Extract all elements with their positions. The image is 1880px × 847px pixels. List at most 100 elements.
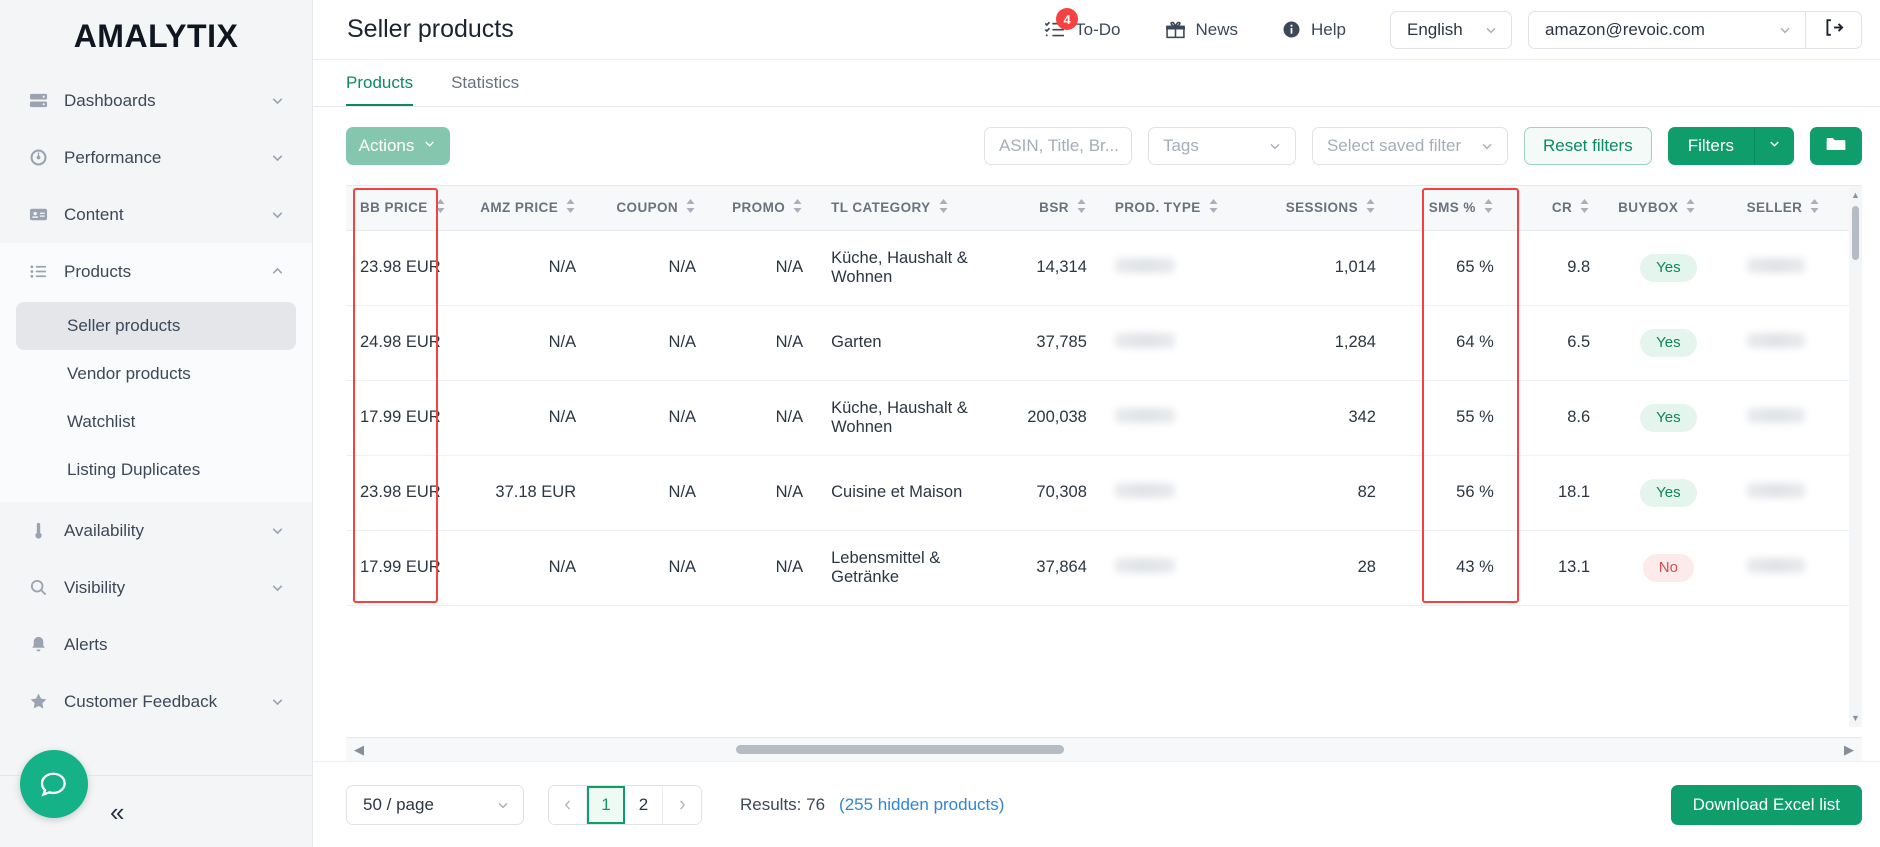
language-value: English (1407, 19, 1463, 39)
sidebar-item-listing-duplicates[interactable]: Listing Duplicates (16, 446, 296, 494)
chevron-down-icon (1777, 22, 1793, 38)
cell-tl-category: Lebensmittel & Getränke (817, 530, 989, 606)
pagination-page-1[interactable]: 1 (587, 785, 625, 824)
sidebar-item-content[interactable]: Content (0, 186, 312, 243)
sidebar-item-customer-feedback[interactable]: Customer Feedback (0, 673, 312, 730)
sidebar-item-label: Visibility (64, 577, 126, 597)
sidebar-item-label: Customer Feedback (64, 691, 218, 711)
actions-button[interactable]: Actions (346, 127, 450, 165)
sidebar-item-label: Content (64, 204, 124, 224)
cell-amz-price: N/A (463, 380, 591, 456)
tags-placeholder: Tags (1162, 136, 1199, 155)
column-header-buybox[interactable]: BUYBOX (1604, 186, 1733, 231)
cell-bb-price: 17.99 EUR (346, 530, 464, 606)
cell-bsr: 70,308 (988, 455, 1101, 531)
search-input[interactable]: ASIN, Title, Br... (983, 127, 1132, 165)
download-excel-label: Download Excel list (1692, 794, 1840, 814)
tab-statistics[interactable]: Statistics (451, 73, 519, 106)
redacted-value (1114, 407, 1175, 423)
products-table-container: BB PRICE AMZ PRICE COUPON PROMO TL CATEG… (346, 185, 1862, 761)
pagination-next-button[interactable] (663, 785, 701, 824)
download-excel-button[interactable]: Download Excel list (1670, 784, 1862, 825)
sidebar-item-dashboards[interactable]: Dashboards (0, 72, 312, 129)
column-header-promo[interactable]: PROMO (710, 186, 818, 231)
sidebar-item-availability[interactable]: Availability (0, 502, 312, 559)
pagination-prev-button[interactable] (549, 785, 587, 824)
actions-label: Actions (358, 136, 415, 155)
sidebar-subitem-label: Seller products (67, 316, 181, 335)
cell-promo: N/A (710, 530, 818, 606)
cell-promo: N/A (710, 230, 818, 306)
sidebar-item-vendor-products[interactable]: Vendor products (16, 350, 296, 398)
column-header-seller[interactable]: SELLER (1732, 186, 1858, 231)
column-header-amz-price[interactable]: AMZ PRICE (463, 186, 591, 231)
filters-dropdown-button[interactable] (1754, 127, 1794, 165)
main-area: Seller products 4 To-Do News Help Englis… (313, 0, 1880, 847)
column-header-sessions[interactable]: SESSIONS (1240, 186, 1390, 231)
column-label: TL CATEGORY (831, 200, 931, 216)
tab-products[interactable]: Products (346, 73, 414, 106)
table-footer: 50 / page 1 2 Results: 76 (255 hidden pr… (313, 761, 1880, 847)
column-header-tl-category[interactable]: TL CATEGORY (817, 186, 989, 231)
table-horizontal-scrollbar[interactable]: ◀ ▶ (346, 737, 1862, 761)
cell-coupon: N/A (590, 455, 711, 531)
chevron-down-icon (269, 522, 286, 539)
news-link[interactable]: News (1165, 19, 1238, 40)
account-select[interactable]: amazon@revoic.com (1528, 10, 1806, 49)
pagination-page-2[interactable]: 2 (625, 785, 663, 824)
sidebar-item-performance[interactable]: Performance (0, 129, 312, 186)
table-row[interactable]: 17.99 EUR N/A N/A N/A Küche, Haushalt & … (346, 380, 1858, 456)
table-row[interactable]: 23.98 EUR N/A N/A N/A Küche, Haushalt & … (346, 230, 1858, 306)
table-row[interactable]: 17.99 EUR N/A N/A N/A Lebensmittel & Get… (346, 530, 1858, 606)
redacted-value (1114, 257, 1175, 273)
per-page-select[interactable]: 50 / page (346, 784, 524, 825)
help-link[interactable]: Help (1282, 20, 1346, 40)
double-chevron-left-icon[interactable]: « (110, 799, 124, 825)
sidebar-item-seller-products[interactable]: Seller products (16, 302, 296, 350)
sidebar-item-alerts[interactable]: Alerts (0, 616, 312, 673)
table-head: BB PRICE AMZ PRICE COUPON PROMO TL CATEG… (346, 186, 1858, 231)
horizontal-scroll-thumb[interactable] (736, 745, 1064, 754)
reset-filters-button[interactable]: Reset filters (1523, 127, 1652, 165)
cell-buybox: Yes (1604, 230, 1733, 306)
cell-cr: 13.1 (1507, 530, 1605, 606)
column-header-prod-type[interactable]: PROD. TYPE (1100, 186, 1241, 231)
cell-coupon: N/A (590, 230, 711, 306)
tab-label: Products (346, 73, 414, 92)
cell-amz-price: N/A (463, 305, 591, 381)
filters-button[interactable]: Filters (1667, 127, 1754, 165)
list-icon (28, 262, 48, 282)
cell-seller (1732, 530, 1858, 606)
column-header-coupon[interactable]: COUPON (590, 186, 711, 231)
scroll-right-icon[interactable]: ▶ (1836, 742, 1862, 758)
column-label: BSR (1039, 200, 1069, 216)
saved-views-folder-button[interactable] (1810, 127, 1862, 165)
language-select[interactable]: English (1390, 10, 1512, 49)
sort-icon (1208, 199, 1219, 216)
logout-button[interactable] (1806, 10, 1862, 49)
scroll-left-icon[interactable]: ◀ (346, 742, 372, 758)
cell-cr: 18.1 (1507, 455, 1605, 531)
scroll-down-icon[interactable]: ▼ (1851, 713, 1860, 723)
table-vertical-scrollbar[interactable]: ▲ ▼ (1849, 186, 1862, 727)
table-row[interactable]: 24.98 EUR N/A N/A N/A Garten 37,785 1,28… (346, 305, 1858, 381)
sidebar-item-watchlist[interactable]: Watchlist (16, 398, 296, 446)
column-header-bsr[interactable]: BSR (988, 186, 1101, 231)
hidden-products-link[interactable]: (255 hidden products) (839, 795, 1004, 815)
cell-buybox: Yes (1604, 380, 1733, 456)
column-header-cr[interactable]: CR (1507, 186, 1605, 231)
column-header-sms[interactable]: SMS % (1389, 186, 1508, 231)
sidebar-item-visibility[interactable]: Visibility (0, 559, 312, 616)
sidebar-item-products[interactable]: Products (0, 243, 312, 300)
column-header-bb-price[interactable]: BB PRICE (346, 186, 464, 231)
cell-sms: 56 % (1389, 455, 1508, 531)
table-row[interactable]: 23.98 EUR 37.18 EUR N/A N/A Cuisine et M… (346, 455, 1858, 531)
table-body: 23.98 EUR N/A N/A N/A Küche, Haushalt & … (346, 230, 1858, 606)
chat-bubble-icon[interactable] (20, 750, 88, 818)
todo-link[interactable]: 4 To-Do (1044, 8, 1121, 40)
scroll-up-icon[interactable]: ▲ (1851, 190, 1860, 200)
tags-select[interactable]: Tags (1147, 127, 1296, 165)
vertical-scroll-thumb[interactable] (1852, 206, 1859, 260)
saved-filter-select[interactable]: Select saved filter (1311, 127, 1508, 165)
chevron-down-icon (269, 206, 286, 223)
